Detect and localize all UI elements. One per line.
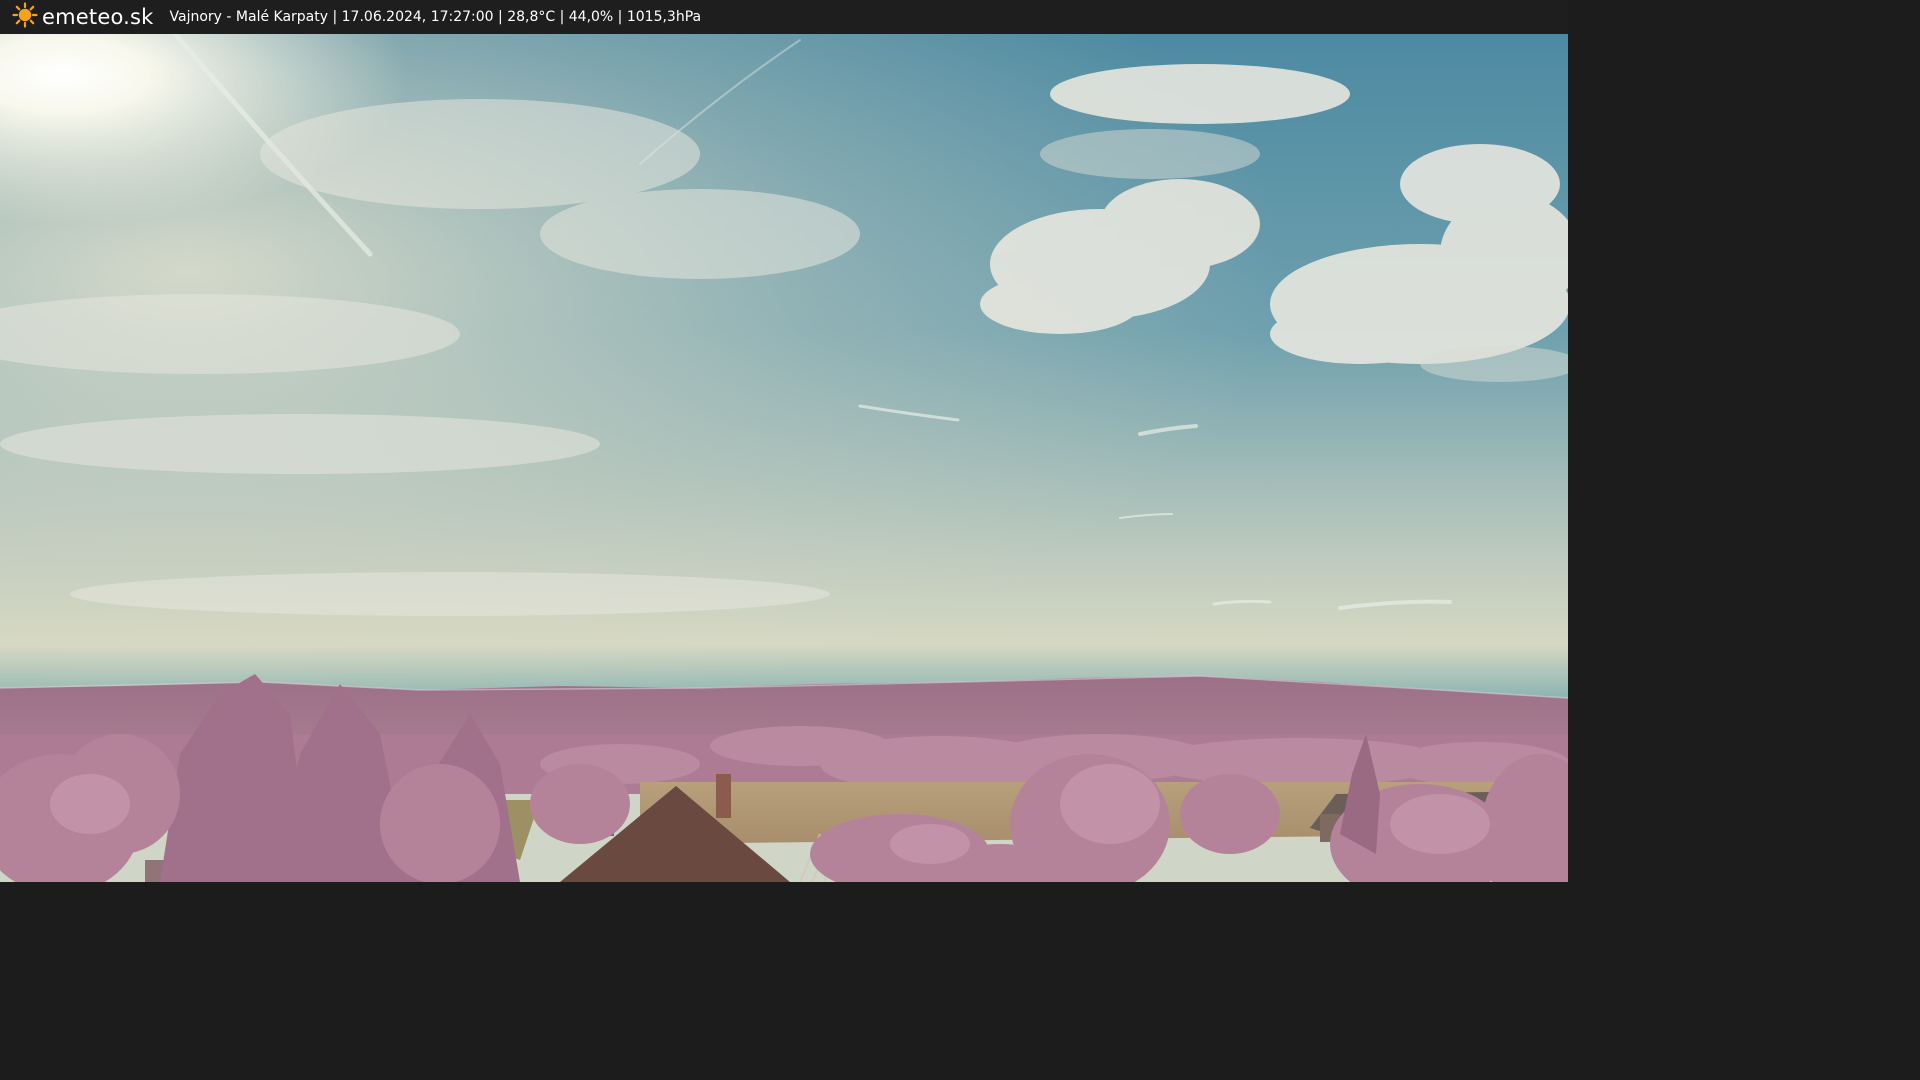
site-logo[interactable]: emeteo.sk xyxy=(12,2,154,32)
sun-icon xyxy=(12,2,38,32)
site-name: emeteo.sk xyxy=(42,5,154,29)
top-bar: emeteo.sk Vajnory - Malé Karpaty | 17.06… xyxy=(0,0,1568,34)
webcam-caption: Vajnory - Malé Karpaty | 17.06.2024, 17:… xyxy=(169,9,702,25)
webcam-image xyxy=(0,34,1568,882)
